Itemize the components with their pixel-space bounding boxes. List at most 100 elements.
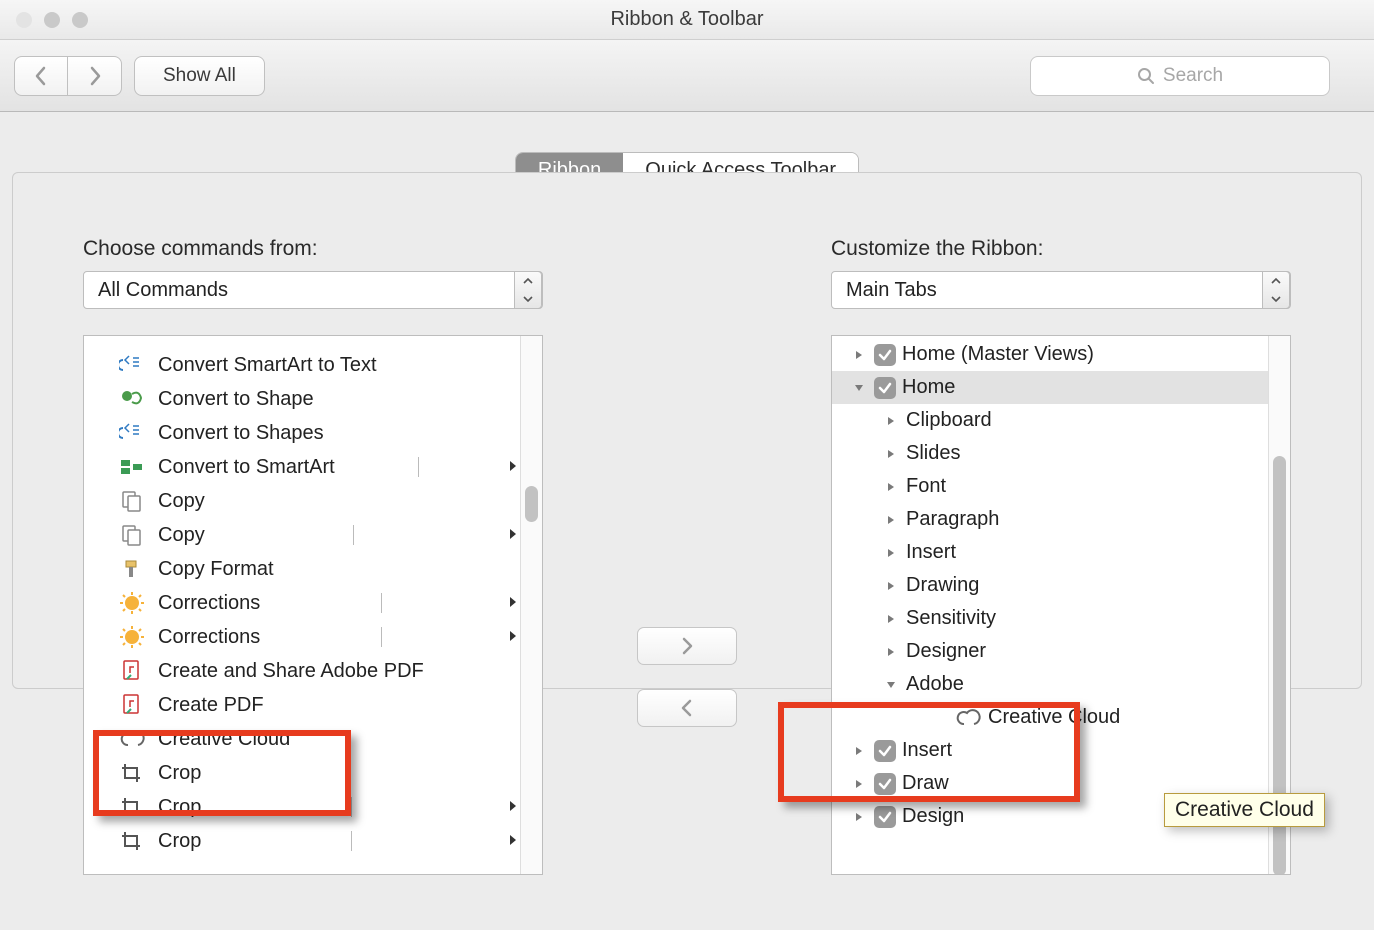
search-icon: [1137, 67, 1155, 85]
disclosure-triangle-icon[interactable]: [850, 349, 868, 361]
command-label: Corrections: [158, 626, 260, 649]
tree-item-label: Drawing: [906, 574, 979, 597]
tree-item-label: Home (Master Views): [902, 343, 1094, 366]
command-item[interactable]: Corrections: [92, 586, 534, 620]
copy-icon: [116, 522, 148, 548]
chevron-right-icon: [679, 637, 695, 655]
checkbox[interactable]: [874, 344, 896, 366]
disclosure-triangle-icon[interactable]: [850, 811, 868, 823]
minimize-window-button[interactable]: [44, 12, 60, 28]
command-label: Create and Share Adobe PDF: [158, 660, 424, 683]
commands-source-select[interactable]: All Commands: [83, 271, 543, 309]
crop-icon: [116, 794, 148, 820]
tree-item-label: Paragraph: [906, 508, 999, 531]
ribbon-scope-select[interactable]: Main Tabs: [831, 271, 1291, 309]
commands-list[interactable]: Convert SmartArt to Text Convert to Shape…: [83, 335, 543, 875]
tree-item-label: Slides: [906, 442, 960, 465]
titlebar: Ribbon & Toolbar: [0, 0, 1374, 40]
command-label: Convert SmartArt to Text: [158, 354, 377, 377]
search-placeholder: Search: [1163, 65, 1223, 87]
tree-item[interactable]: Slides: [832, 437, 1290, 470]
command-label: Copy: [158, 524, 205, 547]
command-item[interactable]: Create PDF: [92, 688, 534, 722]
command-item[interactable]: Copy: [92, 484, 534, 518]
disclosure-triangle-icon[interactable]: [882, 580, 900, 592]
window-title: Ribbon & Toolbar: [0, 8, 1374, 31]
show-all-label: Show All: [163, 65, 236, 87]
tree-item[interactable]: Creative Cloud: [832, 701, 1290, 734]
tree-item[interactable]: Insert: [832, 536, 1290, 569]
tree-item-label: Designer: [906, 640, 986, 663]
disclosure-triangle-icon[interactable]: [882, 415, 900, 427]
disclosure-triangle-icon[interactable]: [882, 448, 900, 460]
command-item[interactable]: Crop: [92, 824, 534, 858]
command-item[interactable]: Creative Cloud: [92, 722, 534, 756]
checkbox[interactable]: [874, 806, 896, 828]
search-input[interactable]: Search: [1030, 56, 1330, 96]
disclosure-triangle-icon[interactable]: [882, 646, 900, 658]
command-item[interactable]: Convert to SmartArt: [92, 450, 534, 484]
creative-cloud-icon: [954, 708, 982, 728]
adobe-pdf-icon: [116, 658, 148, 684]
command-label: Create PDF: [158, 694, 264, 717]
tree-item-label: Font: [906, 475, 946, 498]
copy-format-icon: [116, 556, 148, 582]
disclosure-triangle-icon[interactable]: [850, 745, 868, 757]
scrollbar[interactable]: [520, 336, 542, 874]
tree-item[interactable]: Clipboard: [832, 404, 1290, 437]
checkbox[interactable]: [874, 377, 896, 399]
disclosure-triangle-icon[interactable]: [882, 481, 900, 493]
command-item[interactable]: Convert to Shape: [92, 382, 534, 416]
tree-item[interactable]: Home: [832, 371, 1290, 404]
disclosure-triangle-icon[interactable]: [882, 547, 900, 559]
disclosure-triangle-icon[interactable]: [850, 382, 868, 394]
remove-command-button[interactable]: [637, 689, 737, 727]
command-item[interactable]: Copy Format: [92, 552, 534, 586]
tree-item[interactable]: Insert: [832, 734, 1290, 767]
scroll-thumb[interactable]: [525, 486, 538, 522]
disclosure-triangle-icon[interactable]: [882, 514, 900, 526]
command-item[interactable]: Crop: [92, 756, 534, 790]
tree-item[interactable]: Drawing: [832, 569, 1290, 602]
command-item[interactable]: Crop: [92, 790, 534, 824]
corrections-icon: [116, 624, 148, 650]
convert-shapes-icon: [116, 420, 148, 446]
chevron-left-icon: [679, 699, 695, 717]
crop-icon: [116, 760, 148, 786]
tree-item-label: Draw: [902, 772, 949, 795]
preferences-toolbar: Show All Search: [0, 40, 1374, 112]
disclosure-triangle-icon[interactable]: [850, 778, 868, 790]
close-window-button[interactable]: [16, 12, 32, 28]
tree-item[interactable]: Home (Master Views): [832, 338, 1290, 371]
tree-item-label: Home: [902, 376, 955, 399]
command-label: Convert to SmartArt: [158, 456, 335, 479]
add-command-button[interactable]: [637, 627, 737, 665]
disclosure-triangle-icon[interactable]: [882, 613, 900, 625]
tree-item[interactable]: Font: [832, 470, 1290, 503]
tree-item[interactable]: Paragraph: [832, 503, 1290, 536]
copy-icon: [116, 488, 148, 514]
back-button[interactable]: [14, 56, 68, 96]
create-pdf-icon: [116, 692, 148, 718]
tree-item-label: Clipboard: [906, 409, 992, 432]
command-label: Crop: [158, 796, 201, 819]
command-item[interactable]: Convert to Shapes: [92, 416, 534, 450]
zoom-window-button[interactable]: [72, 12, 88, 28]
disclosure-triangle-icon[interactable]: [882, 679, 900, 691]
forward-button[interactable]: [68, 56, 122, 96]
tree-item[interactable]: Adobe: [832, 668, 1290, 701]
convert-text-icon: [116, 352, 148, 378]
command-item[interactable]: Create and Share Adobe PDF: [92, 654, 534, 688]
command-label: Creative Cloud: [158, 728, 290, 751]
command-label: Convert to Shapes: [158, 422, 324, 445]
command-item[interactable]: Convert SmartArt to Text: [92, 348, 534, 382]
show-all-button[interactable]: Show All: [134, 56, 265, 96]
tree-item[interactable]: Designer: [832, 635, 1290, 668]
command-item[interactable]: Corrections: [92, 620, 534, 654]
tree-item[interactable]: Sensitivity: [832, 602, 1290, 635]
checkbox[interactable]: [874, 773, 896, 795]
tree-item-label: Adobe: [906, 673, 964, 696]
command-label: Corrections: [158, 592, 260, 615]
command-item[interactable]: Copy: [92, 518, 534, 552]
checkbox[interactable]: [874, 740, 896, 762]
